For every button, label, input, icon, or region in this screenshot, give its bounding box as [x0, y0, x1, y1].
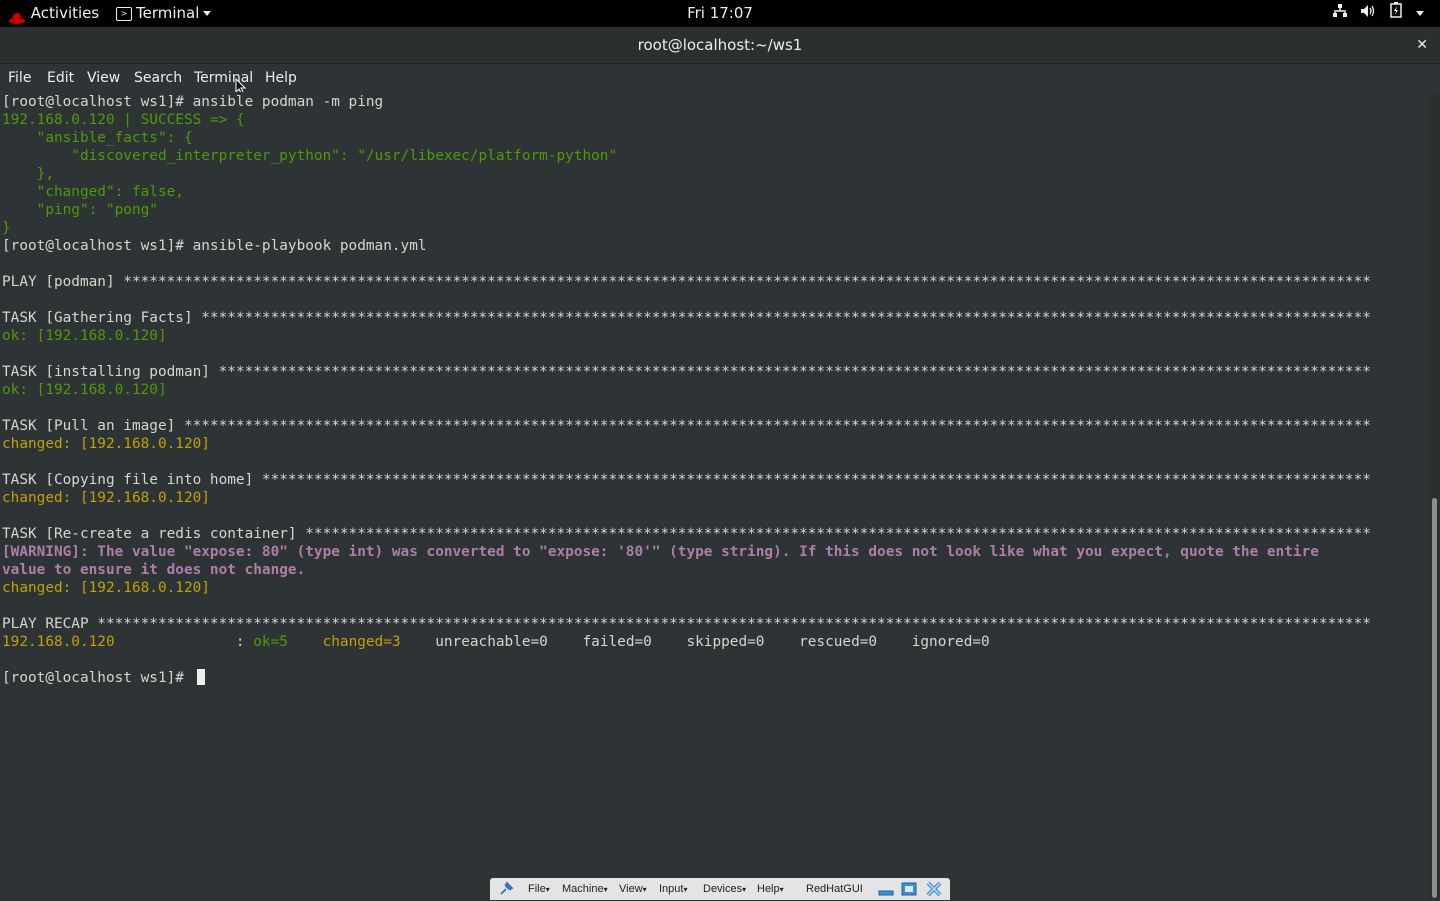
terminal-line: "discovered_interpreter_python": "/usr/l…	[2, 147, 1371, 165]
terminal-text-segment: TASK [installing podman] ***************…	[2, 364, 1371, 380]
terminal-text-segment: PLAY [podman] **************************…	[2, 274, 1371, 290]
terminal-line: "changed": false,	[2, 183, 1371, 201]
terminal-line: TASK [Re-create a redis container] *****…	[2, 525, 1371, 543]
terminal-text-segment: "discovered_interpreter_python": "/usr/l…	[2, 148, 618, 164]
terminal-text-segment: }	[2, 220, 11, 236]
terminal-line: 192.168.0.120 : ok=5 changed=3 unreachab…	[2, 633, 1371, 651]
vbox-menu-view[interactable]: View▾	[619, 878, 647, 901]
scrollbar-thumb[interactable]	[1432, 498, 1437, 898]
terminal-line: "ping": "pong"	[2, 201, 1371, 219]
terminal-line: TASK [Gathering Facts] *****************…	[2, 309, 1371, 327]
terminal-line: value to ensure it does not change.	[2, 561, 1371, 579]
gnome-top-bar: Activities > Terminal Fri 17:07	[0, 0, 1440, 27]
terminal-cursor	[196, 669, 205, 685]
clock[interactable]: Fri 17:07	[0, 0, 1440, 27]
terminal-line: changed: [192.168.0.120]	[2, 489, 1371, 507]
menu-help[interactable]: Help	[265, 64, 297, 92]
battery-icon[interactable]	[1390, 0, 1402, 27]
terminal-line: [root@localhost ws1]# ansible-playbook p…	[2, 237, 1371, 255]
terminal-text-segment: ok: [192.168.0.120]	[2, 382, 167, 398]
system-menu-chevron-icon[interactable]	[1412, 0, 1424, 27]
terminal-text-segment: changed: [192.168.0.120]	[2, 490, 210, 506]
terminal-text-segment: changed: [192.168.0.120]	[2, 580, 210, 596]
terminal-line: }	[2, 219, 1371, 237]
terminal-text-segment: },	[2, 166, 54, 182]
terminal-line: ok: [192.168.0.120]	[2, 381, 1371, 399]
terminal-line: "ansible_facts": {	[2, 129, 1371, 147]
terminal-text-segment: changed: [192.168.0.120]	[2, 436, 210, 452]
vbox-menu-machine[interactable]: Machine▾	[562, 878, 608, 901]
terminal-text-segment: 192.168.0.120 | SUCCESS => {	[2, 112, 245, 128]
volume-icon[interactable]	[1360, 0, 1376, 27]
window-title: root@localhost:~/ws1	[637, 36, 803, 54]
clock-label: Fri 17:07	[687, 4, 753, 22]
terminal-line: TASK [Copying file into home] **********…	[2, 471, 1371, 489]
terminal-text-segment: value to ensure it does not change.	[2, 562, 306, 578]
vbox-menu-input[interactable]: Input▾	[659, 878, 687, 901]
terminal-output[interactable]: [root@localhost ws1]# ansible podman -m …	[0, 92, 1428, 900]
terminal-text-segment: unreachable=0 failed=0 skipped=0 rescued…	[400, 634, 990, 650]
terminal-menu-bar: File Edit View Search Terminal Help	[0, 64, 1440, 95]
terminal-line: PLAY RECAP *****************************…	[2, 615, 1371, 633]
terminal-line: changed: [192.168.0.120]	[2, 435, 1371, 453]
terminal-text-segment: changed=3	[322, 634, 401, 650]
network-icon[interactable]	[1332, 0, 1348, 27]
terminal-text-segment: [root@localhost ws1]# ansible-playbook p…	[2, 238, 427, 254]
terminal-line: changed: [192.168.0.120]	[2, 579, 1371, 597]
terminal-text-segment: ok: [192.168.0.120]	[2, 328, 167, 344]
terminal-text-segment: TASK [Pull an image] *******************…	[2, 418, 1371, 434]
terminal-scrollbar[interactable]	[1428, 92, 1440, 900]
vbox-menu-help[interactable]: Help▾	[757, 878, 784, 901]
menu-search[interactable]: Search	[134, 64, 182, 92]
terminal-text-segment: "ping": "pong"	[2, 202, 158, 218]
terminal-text-segment: TASK [Gathering Facts] *****************…	[2, 310, 1371, 326]
menu-view[interactable]: View	[87, 64, 120, 92]
menu-edit[interactable]: Edit	[47, 64, 74, 92]
terminal-text-segment: [root@localhost ws1]# ansible podman -m …	[2, 94, 384, 110]
terminal-line: },	[2, 165, 1371, 183]
terminal-line: 192.168.0.120 | SUCCESS => {	[2, 111, 1371, 129]
terminal-text-segment: ok=5	[253, 634, 288, 650]
terminal-lines: [root@localhost ws1]# ansible podman -m …	[2, 93, 1371, 687]
pin-icon[interactable]	[498, 878, 514, 900]
terminal-line: ok: [192.168.0.120]	[2, 327, 1371, 345]
terminal-text-segment: TASK [Re-create a redis container] *****…	[2, 526, 1371, 542]
terminal-text-segment: [WARNING]: The value "expose: 80" (type …	[2, 544, 1319, 560]
terminal-line: TASK [Pull an image] *******************…	[2, 417, 1371, 435]
terminal-line: [root@localhost ws1]#	[2, 669, 1371, 687]
vbox-menu-file[interactable]: File▾	[528, 878, 550, 901]
terminal-line: [root@localhost ws1]# ansible podman -m …	[2, 93, 1371, 111]
terminal-line: TASK [installing podman] ***************…	[2, 363, 1371, 381]
terminal-text-segment: 192.168.0.120	[2, 634, 115, 650]
window-title-bar: root@localhost:~/ws1 ✕	[0, 27, 1440, 64]
terminal-line: PLAY [podman] **************************…	[2, 273, 1371, 291]
vm-name: RedHatGUI	[806, 883, 863, 895]
terminal-text-segment: "changed": false,	[2, 184, 184, 200]
close-vm-icon[interactable]	[926, 878, 942, 900]
menu-file[interactable]: File	[8, 64, 31, 92]
close-icon[interactable]: ✕	[1416, 27, 1428, 63]
terminal-text-segment: TASK [Copying file into home] **********…	[2, 472, 1371, 488]
terminal-text-segment: [root@localhost ws1]#	[2, 670, 193, 686]
terminal-line: [WARNING]: The value "expose: 80" (type …	[2, 543, 1371, 561]
vbox-menu-devices[interactable]: Devices▾	[703, 878, 746, 901]
minimize-icon[interactable]	[878, 878, 894, 900]
terminal-text-segment: :	[114, 634, 254, 650]
terminal-text-segment: PLAY RECAP *****************************…	[2, 616, 1371, 632]
virtualbox-menu-bar: File▾ Machine▾ View▾ Input▾ Devices▾ Hel…	[490, 878, 950, 900]
restore-icon[interactable]	[901, 878, 917, 900]
terminal-text-segment: "ansible_facts": {	[2, 130, 193, 146]
